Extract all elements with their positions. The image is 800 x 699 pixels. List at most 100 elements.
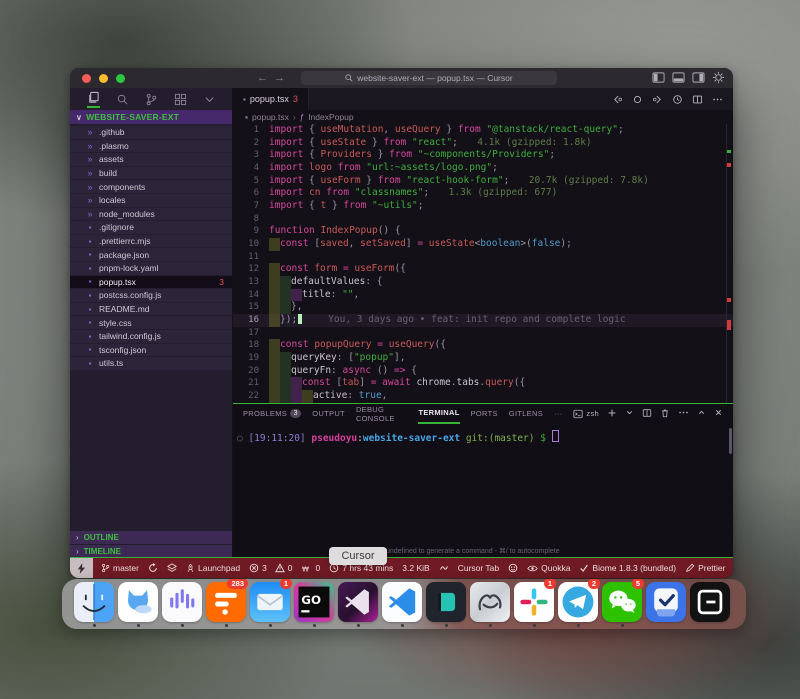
chevron-down-icon[interactable] xyxy=(625,408,634,419)
status-item-layers[interactable] xyxy=(167,563,177,573)
code-line-15[interactable]: 15}, xyxy=(233,301,733,314)
code-line-3[interactable]: 3import { Providers } from "~components/… xyxy=(233,149,733,162)
dock-waveform-app[interactable] xyxy=(162,579,202,627)
status-item-squiggle[interactable] xyxy=(439,563,449,573)
panel-tab-terminal[interactable]: TERMINAL xyxy=(418,403,459,424)
code-line-8[interactable]: 8 xyxy=(233,213,733,226)
code-line-11[interactable]: 11 xyxy=(233,251,733,264)
code-line-1[interactable]: 1import { useMutation, useQuery } from "… xyxy=(233,124,733,137)
tab-popup-tsx[interactable]: ▪ popup.tsx 3 xyxy=(233,88,309,110)
dock-vscode[interactable] xyxy=(382,579,422,627)
customize-layout-gear-icon[interactable] xyxy=(712,71,725,84)
file-item-build[interactable]: »build xyxy=(70,167,232,180)
terminal[interactable]: ○ [19:11:20] pseudoyu:website-saver-ext … xyxy=(237,430,559,444)
code-line-14[interactable]: 14title: "", xyxy=(233,289,733,302)
dock-goland[interactable]: GO xyxy=(294,579,334,627)
forward-icon[interactable]: → xyxy=(274,72,291,84)
file-item-.plasmo[interactable]: ».plasmo xyxy=(70,140,232,153)
code-line-13[interactable]: 13defaultValues: { xyxy=(233,276,733,289)
close-icon[interactable] xyxy=(714,408,723,419)
code-line-18[interactable]: 18const popupQuery = useQuery({ xyxy=(233,339,733,352)
dock-fox-app[interactable] xyxy=(118,579,158,627)
status-item-prettier[interactable]: Prettier xyxy=(685,563,725,573)
history-nav[interactable]: ←→ xyxy=(257,72,291,84)
toggle-primary-sidebar-icon[interactable] xyxy=(652,71,665,84)
code-line-4[interactable]: 4import logo from "url:~assets/logo.png"… xyxy=(233,162,733,175)
panel-tab-problems[interactable]: PROBLEMS3 xyxy=(243,404,301,423)
terminal-shell-icon[interactable]: zsh xyxy=(573,409,599,419)
status-item-launchpad[interactable]: Launchpad xyxy=(186,563,240,573)
toggle-panel-icon[interactable] xyxy=(672,71,685,84)
file-item-tsconfig.json[interactable]: ▪tsconfig.json xyxy=(70,344,232,357)
code-line-20[interactable]: 20queryFn: async () => { xyxy=(233,365,733,378)
zoom-window-button[interactable] xyxy=(116,74,125,83)
file-item-postcss.config.js[interactable]: ▪postcss.config.js xyxy=(70,289,232,302)
run-timer-icon[interactable] xyxy=(672,94,683,105)
file-item-components[interactable]: »components xyxy=(70,180,232,193)
dock-finder[interactable] xyxy=(74,579,114,627)
code-line-12[interactable]: 12const form = useForm({ xyxy=(233,263,733,276)
file-item-locales[interactable]: »locales xyxy=(70,194,232,207)
split-editor-icon[interactable] xyxy=(692,94,703,105)
file-item-node_modules[interactable]: »node_modules xyxy=(70,208,232,221)
status-item-bolt[interactable] xyxy=(70,558,93,578)
collapse-icon[interactable] xyxy=(697,408,706,419)
file-item-pnpm-lock.yaml[interactable]: ▪pnpm-lock.yaml xyxy=(70,262,232,275)
status-item-sync[interactable] xyxy=(148,563,158,573)
code-line-6[interactable]: 6import cn from "classnames"; 1.3k (gzip… xyxy=(233,187,733,200)
dock-arc[interactable] xyxy=(470,579,510,627)
section-outline[interactable]: ›OUTLINE xyxy=(70,531,232,544)
status-item-3-2-kib[interactable]: 3.2 KiB xyxy=(402,563,429,573)
file-item-.github[interactable]: ».github xyxy=(70,126,232,139)
panel-tab-debug-console[interactable]: DEBUG CONSOLE xyxy=(356,404,408,423)
code-line-9[interactable]: 9function IndexPopup() { xyxy=(233,225,733,238)
breadcrumb-file[interactable]: popup.tsx xyxy=(252,112,289,122)
plus-icon[interactable] xyxy=(607,408,617,420)
code-area[interactable]: 1import { useMutation, useQuery } from "… xyxy=(233,124,733,403)
file-item-.gitignore[interactable]: ▪.gitignore xyxy=(70,221,232,234)
file-item-package.json[interactable]: ▪package.json xyxy=(70,248,232,261)
panel-tab-gitlens[interactable]: GITLENS xyxy=(509,404,543,423)
source-control-icon[interactable] xyxy=(145,92,158,106)
code-line-7[interactable]: 7import { t } from "~utils"; xyxy=(233,200,733,213)
status-item-quokka[interactable]: Quokka xyxy=(527,563,570,573)
dock-wechat[interactable]: 5 xyxy=(602,579,642,627)
code-line-22[interactable]: 22active: true, xyxy=(233,390,733,403)
code-line-5[interactable]: 5import { useForm } from "react-hook-for… xyxy=(233,175,733,188)
explorer-icon[interactable] xyxy=(87,91,100,108)
minimize-window-button[interactable] xyxy=(99,74,108,83)
chevron-down-icon[interactable] xyxy=(203,92,216,106)
file-item-README.md[interactable]: ▪README.md xyxy=(70,303,232,316)
status-item-biome-1-8-3-bundled-[interactable]: Biome 1.8.3 (bundled) xyxy=(579,563,676,573)
dock-tasks[interactable] xyxy=(646,579,686,622)
file-item-style.css[interactable]: ▪style.css xyxy=(70,316,232,329)
file-item-assets[interactable]: »assets xyxy=(70,153,232,166)
dock-slack[interactable]: 1 xyxy=(514,579,554,627)
dock-inoreader[interactable]: 283 xyxy=(206,579,246,627)
panel-tab-output[interactable]: OUTPUT xyxy=(312,404,345,423)
status-item-3[interactable]: 30 xyxy=(249,563,292,573)
dock-mail[interactable]: 1 xyxy=(250,579,290,627)
back-icon[interactable]: ← xyxy=(257,72,274,84)
dock-cursor[interactable] xyxy=(338,579,378,627)
search-icon[interactable] xyxy=(116,92,129,106)
extensions-icon[interactable] xyxy=(174,92,187,106)
terminal-scrollbar[interactable] xyxy=(729,428,732,454)
close-window-button[interactable] xyxy=(82,74,91,83)
status-item-face[interactable] xyxy=(508,563,518,573)
panel-tab--[interactable]: ··· xyxy=(554,404,562,423)
file-item-tailwind.config.js[interactable]: ▪tailwind.config.js xyxy=(70,330,232,343)
code-line-17[interactable]: 17 xyxy=(233,327,733,340)
status-item-master[interactable]: master xyxy=(101,563,139,573)
code-line-16[interactable]: 16});You, 3 days ago • feat: init repo a… xyxy=(233,314,733,327)
prev-change-icon[interactable] xyxy=(612,94,623,105)
more-icon[interactable] xyxy=(678,407,689,420)
explorer-project-header[interactable]: ∨ WEBSITE-SAVER-EXT xyxy=(70,110,232,124)
split-terminal-icon[interactable] xyxy=(642,408,652,420)
dock-warp[interactable] xyxy=(426,579,466,627)
command-center[interactable]: website-saver-ext — popup.tsx — Cursor xyxy=(301,71,557,85)
breadcrumb-symbol[interactable]: IndexPopup xyxy=(308,112,353,122)
trash-icon[interactable] xyxy=(660,408,670,420)
code-line-2[interactable]: 2import { useState } from "react"; 4.1k … xyxy=(233,137,733,150)
file-item-utils.ts[interactable]: ▪utils.ts xyxy=(70,357,232,370)
